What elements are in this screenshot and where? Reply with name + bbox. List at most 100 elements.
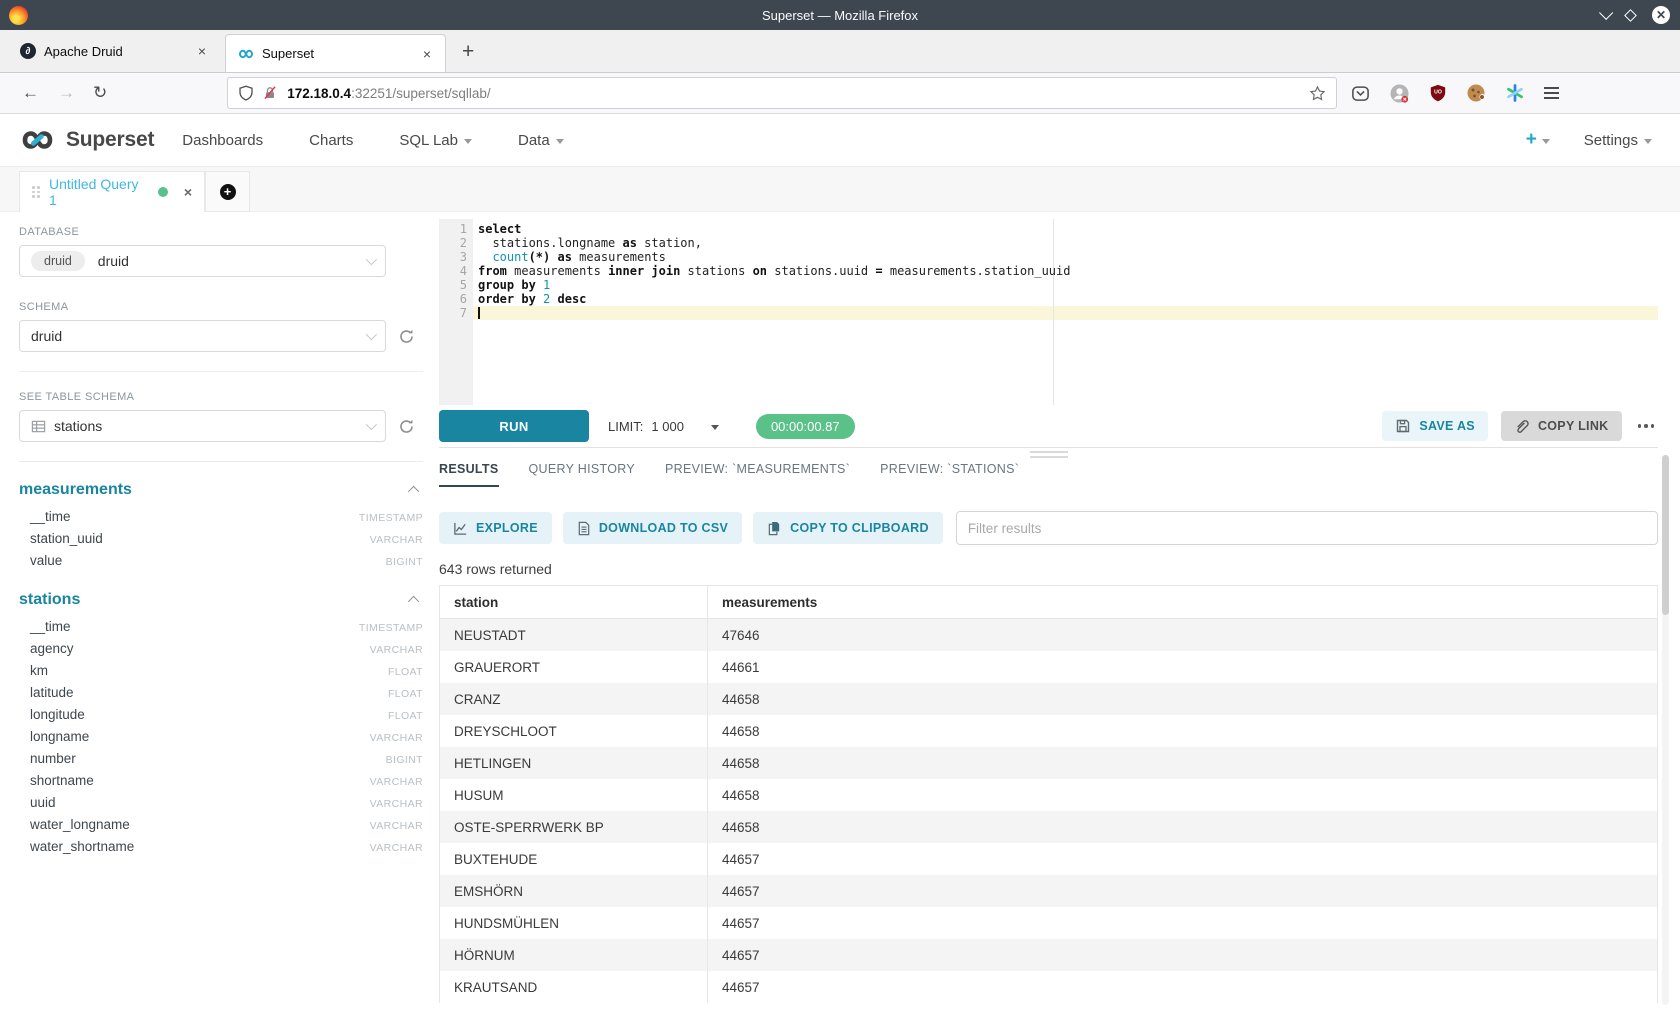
add-query-tab-button[interactable]: + [205,171,250,212]
filter-results-input[interactable] [956,511,1658,545]
nav-data[interactable]: Data [518,132,564,149]
browser-tab-apache-druid[interactable]: ∂ Apache Druid × [8,30,220,72]
ublock-icon[interactable]: UO [1429,84,1447,102]
table-row[interactable]: GRAUERORT44661 [440,651,1657,683]
refresh-schema-icon[interactable] [398,328,415,345]
query-tab-close-icon[interactable]: × [184,184,192,200]
table-row[interactable]: HETLINGEN44658 [440,747,1657,779]
table-row[interactable]: OSTE-SPERRWERK BP44658 [440,811,1657,843]
nav-dashboards[interactable]: Dashboards [182,132,263,149]
schema-column-row[interactable]: station_uuidVARCHAR [19,531,423,553]
column-type: FLOAT [388,688,423,700]
settings-menu[interactable]: Settings [1584,132,1652,149]
menu-hamburger-icon[interactable] [1544,84,1559,102]
schema-column-row[interactable]: agencyVARCHAR [19,641,423,663]
column-header-measurements[interactable]: measurements [708,595,1657,610]
sql-editor[interactable]: 1234567 select stations.longname as stat… [439,219,1658,405]
schema-column-row[interactable]: shortnameVARCHAR [19,773,423,795]
table-row[interactable]: NEUSTADT47646 [440,619,1657,651]
schema-column-row[interactable]: valueBIGINT [19,553,423,575]
back-button[interactable]: ← [22,83,39,103]
table-row[interactable]: CRANZ44658 [440,683,1657,715]
schema-column-row[interactable]: latitudeFLOAT [19,685,423,707]
new-item-button[interactable]: + [1526,129,1550,151]
shield-icon[interactable] [238,85,254,101]
column-list: __timeTIMESTAMPstation_uuidVARCHARvalueB… [19,509,423,575]
insecure-lock-icon[interactable] [262,85,278,101]
gutter-line-number: 3 [439,250,467,264]
results-scrollbar[interactable] [1662,455,1669,1005]
drag-handle-icon[interactable] [32,186,40,198]
table-row[interactable]: DREYSCHLOOT44658 [440,715,1657,747]
url-bar[interactable]: 172.18.0.4:32251/superset/sqllab/ [227,77,1337,109]
query-tab-title: Untitled Query 1 [49,176,150,208]
table-row[interactable]: HÖRNUM44657 [440,939,1657,971]
chevron-up-icon[interactable] [408,486,419,497]
cell-station: HUNDSMÜHLEN [440,907,708,939]
forward-button[interactable]: → [58,83,75,103]
cell-station: KRAUTSAND [440,971,708,1003]
tab-preview-measurements[interactable]: PREVIEW: `MEASUREMENTS` [665,462,850,487]
scrollbar-thumb[interactable] [1662,455,1669,615]
chevron-up-icon[interactable] [408,596,419,607]
column-name: value [30,553,62,568]
table-row[interactable]: KRAUTSAND44657 [440,971,1657,1003]
nav-charts[interactable]: Charts [309,132,353,149]
table-name-heading[interactable]: measurements [19,481,132,499]
schema-column-row[interactable]: longitudeFLOAT [19,707,423,729]
schema-column-row[interactable]: longnameVARCHAR [19,729,423,751]
refresh-table-icon[interactable] [398,418,415,435]
window-title: Superset — Mozilla Firefox [0,8,1680,23]
tab-close-icon[interactable]: × [196,43,208,59]
column-type: VARCHAR [370,534,423,546]
table-row[interactable]: HUSUM44658 [440,779,1657,811]
window-minimize-icon[interactable] [1599,6,1613,20]
browser-tab-superset[interactable]: Superset × [225,34,446,72]
schema-column-row[interactable]: kmFLOAT [19,663,423,685]
new-browser-tab-button[interactable]: + [462,40,474,64]
schema-column-row[interactable]: uuidVARCHAR [19,795,423,817]
database-select[interactable]: druid druid [19,245,386,277]
chevron-down-icon [366,254,377,265]
table-row[interactable]: BUXTEHUDE44657 [440,843,1657,875]
save-as-button[interactable]: SAVE AS [1382,411,1488,441]
query-tab-active[interactable]: Untitled Query 1 × [19,171,205,212]
tab-query-history[interactable]: QUERY HISTORY [529,462,635,487]
more-options-icon[interactable] [1634,424,1659,428]
column-header-station[interactable]: station [440,586,708,618]
schema-column-row[interactable]: water_longnameVARCHAR [19,817,423,839]
limit-dropdown[interactable]: LIMIT: 1 000 [608,419,719,434]
superset-logo[interactable]: Superset [16,128,154,152]
sparkle-extension-icon[interactable] [1505,83,1525,103]
copy-clipboard-button[interactable]: COPY TO CLIPBOARD [753,512,943,544]
schema-column-row[interactable]: water_shortnameVARCHAR [19,839,423,861]
nav-sql-lab[interactable]: SQL Lab [399,132,472,149]
pocket-icon[interactable] [1351,84,1370,103]
column-name: shortname [30,773,94,788]
table-name-heading[interactable]: stations [19,591,80,609]
bookmark-star-icon[interactable] [1309,85,1326,102]
copy-link-button[interactable]: COPY LINK [1501,411,1622,441]
schema-column-row[interactable]: numberBIGINT [19,751,423,773]
schema-select[interactable]: druid [19,320,386,352]
schema-column-row[interactable]: __timeTIMESTAMP [19,619,423,641]
tab-close-icon[interactable]: × [421,46,433,62]
cookie-extension-icon[interactable] [1466,83,1486,103]
chevron-down-icon [366,419,377,430]
run-button[interactable]: RUN [439,410,589,442]
table-select[interactable]: stations [19,410,386,442]
tab-results[interactable]: RESULTS [439,462,499,487]
explore-button[interactable]: EXPLORE [439,512,552,544]
download-csv-button[interactable]: DOWNLOAD TO CSV [563,512,742,544]
resize-handle[interactable] [1030,451,1068,461]
sql-code-line: group by 1 [478,278,1658,292]
window-maximize-icon[interactable] [1624,9,1637,22]
tab-preview-stations[interactable]: PREVIEW: `STATIONS` [880,462,1019,487]
table-row[interactable]: HUNDSMÜHLEN44657 [440,907,1657,939]
account-extension-icon[interactable] [1389,83,1410,104]
reload-button[interactable]: ↻ [93,83,107,103]
schema-column-row[interactable]: __timeTIMESTAMP [19,509,423,531]
editor-code-area[interactable]: select stations.longname as station, cou… [473,219,1658,405]
table-row[interactable]: EMSHÖRN44657 [440,875,1657,907]
window-close-icon[interactable]: ✕ [1652,6,1670,24]
